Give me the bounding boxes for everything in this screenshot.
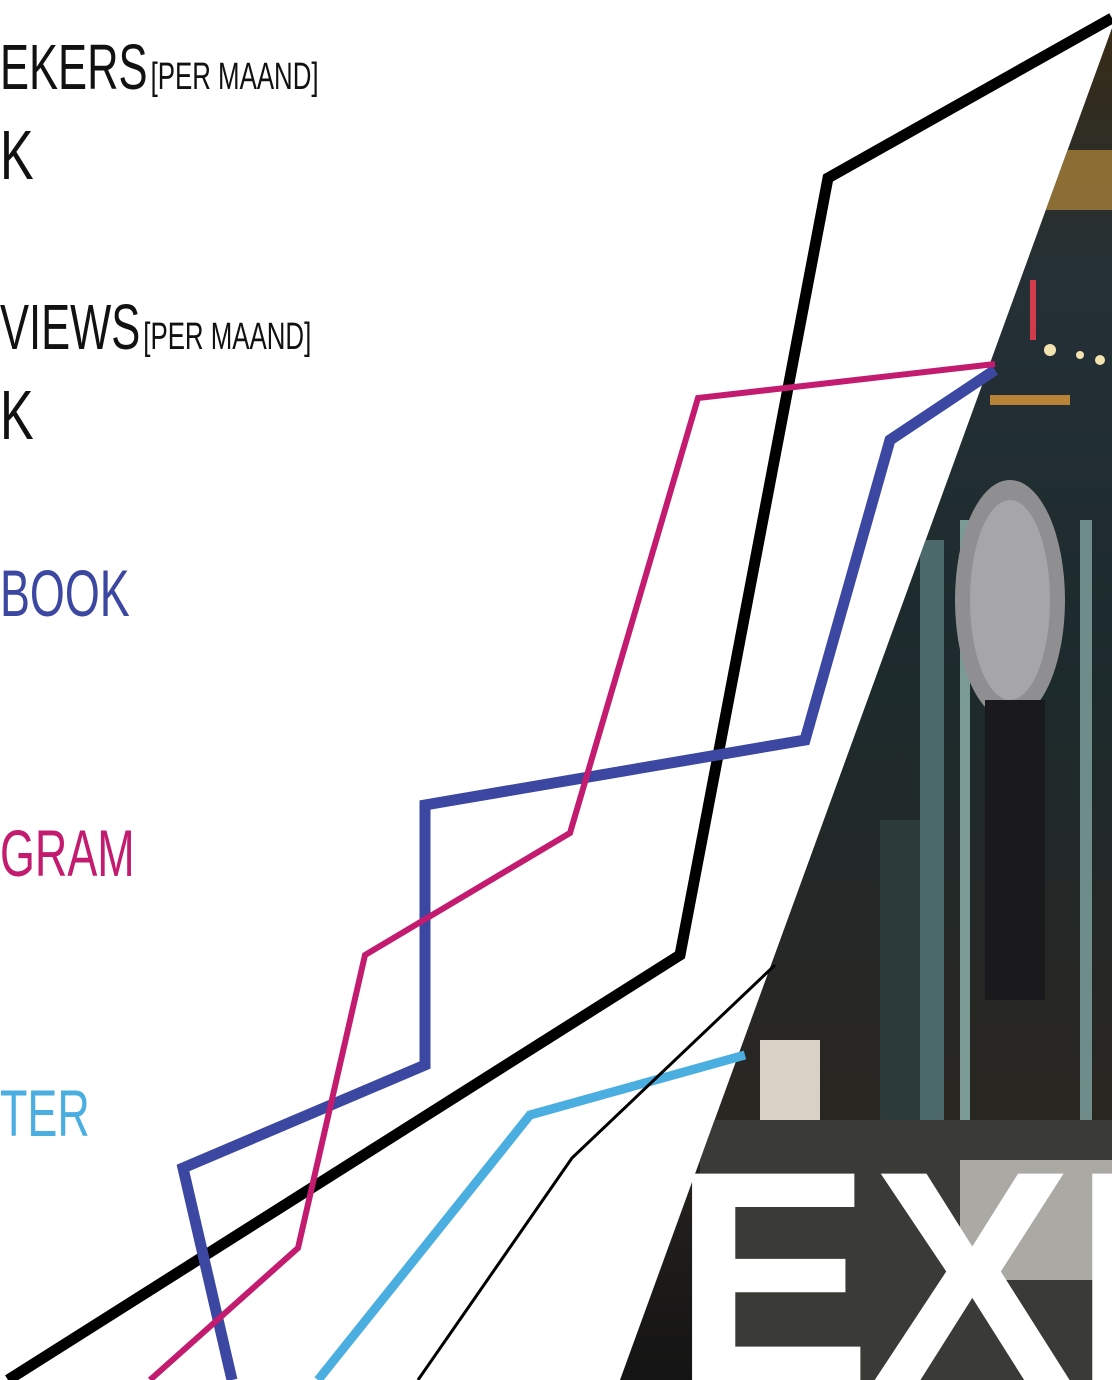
instagram-label: GRAM	[0, 816, 135, 890]
pageviews-stat: VIEWS [PER MAAND]	[0, 290, 311, 364]
visitors-value: K	[0, 116, 34, 194]
twitter-label: TER	[0, 1076, 90, 1150]
visitors-label: EKERS	[0, 31, 148, 103]
pageviews-period: [PER MAAND]	[143, 316, 312, 358]
pageviews-label: VIEWS	[0, 291, 141, 363]
poster-page: EXP EKERS [PER MAAND] K VIEWS [PER MAAND…	[0, 0, 1112, 1380]
poster-artwork: EXP	[5, 13, 1112, 1380]
pageviews-value: K	[0, 376, 34, 454]
facebook-label: BOOK	[0, 556, 130, 630]
headline-text: EXP	[672, 1108, 1112, 1380]
visitors-period: [PER MAAND]	[150, 56, 319, 98]
visitors-stat: EKERS [PER MAAND]	[0, 30, 319, 104]
